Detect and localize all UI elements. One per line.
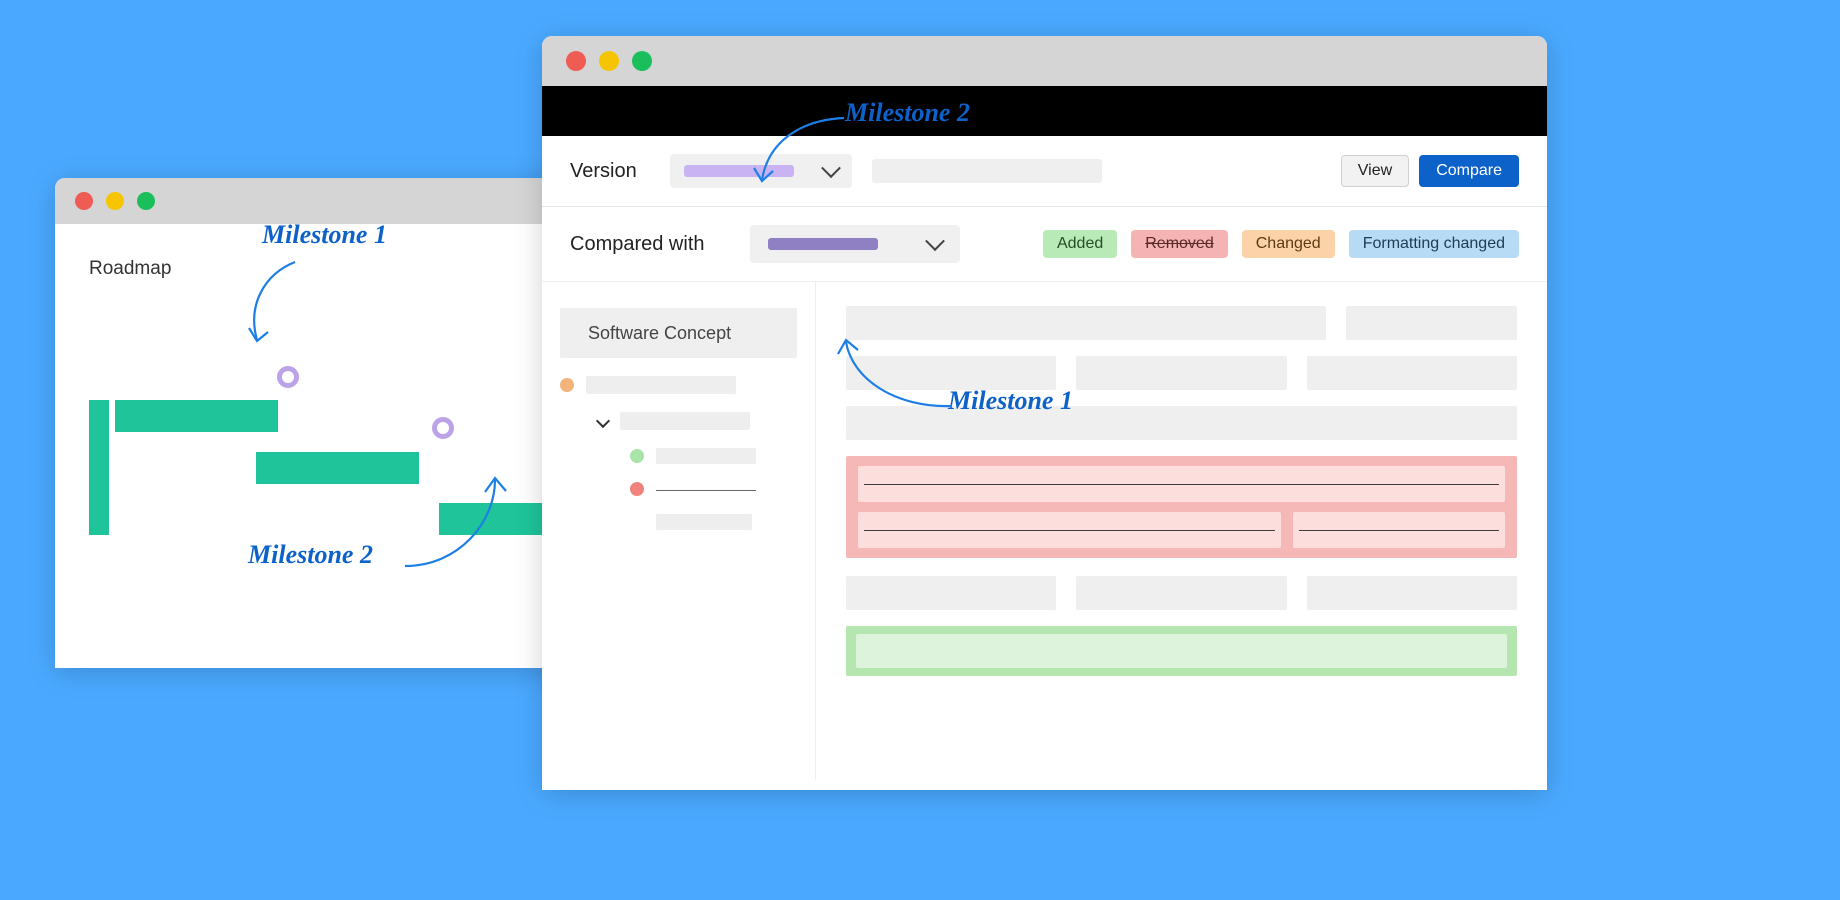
diff-panel: [816, 282, 1547, 780]
sidebar-header[interactable]: Software Concept: [560, 308, 797, 358]
compare-button[interactable]: Compare: [1419, 155, 1519, 187]
tree-item-label-strike: [656, 490, 756, 491]
compare-sidebar: Software Concept: [542, 282, 816, 780]
tree-item-label: [656, 514, 752, 530]
traffic-light-zoom-icon[interactable]: [632, 51, 652, 71]
milestone-marker-1-icon[interactable]: [277, 366, 299, 388]
compare-titlebar: [542, 36, 1547, 86]
legend-added: Added: [1043, 230, 1117, 258]
traffic-light-close-icon[interactable]: [566, 51, 586, 71]
legend-removed: Removed: [1131, 230, 1227, 258]
compare-window: Version View Compare Compared with Added…: [542, 36, 1547, 790]
tree-item-label: [620, 412, 750, 430]
diff-placeholder: [1307, 356, 1517, 390]
diff-placeholder: [846, 576, 1056, 610]
milestone-marker-2-icon[interactable]: [432, 417, 454, 439]
gantt-bar-1[interactable]: [115, 400, 278, 432]
version-row: Version View Compare: [542, 136, 1547, 207]
chevron-down-icon: [596, 414, 610, 428]
diff-added-line: [856, 634, 1507, 668]
diff-placeholder: [846, 406, 1517, 440]
tree-item-label: [656, 448, 756, 464]
compared-with-select[interactable]: [750, 225, 960, 263]
tree-item[interactable]: [560, 376, 797, 394]
traffic-light-zoom-icon[interactable]: [137, 192, 155, 210]
tree-dot-icon: [560, 378, 574, 392]
tree-dot-added-icon: [630, 449, 644, 463]
chevron-down-icon: [821, 158, 841, 178]
tree-item[interactable]: [630, 448, 797, 464]
diff-placeholder: [1346, 306, 1517, 340]
traffic-light-minimize-icon[interactable]: [599, 51, 619, 71]
view-button[interactable]: View: [1341, 155, 1409, 187]
version-meta-placeholder: [872, 159, 1102, 183]
diff-removed-line: [1293, 512, 1505, 548]
legend-formatting-changed: Formatting changed: [1349, 230, 1519, 258]
diff-removed-block: [846, 456, 1517, 558]
version-label: Version: [570, 160, 650, 183]
gantt-track-marker: [89, 400, 109, 535]
tree-item-label: [586, 376, 736, 394]
compared-chip: [768, 238, 878, 250]
diff-placeholder: [846, 306, 1326, 340]
traffic-light-close-icon[interactable]: [75, 192, 93, 210]
diff-placeholder: [1076, 576, 1286, 610]
gantt-bar-2[interactable]: [256, 452, 419, 484]
version-chip: [684, 165, 794, 177]
version-select[interactable]: [670, 154, 852, 188]
chevron-down-icon: [925, 231, 945, 251]
diff-placeholder: [1076, 356, 1286, 390]
compared-with-row: Compared with Added Removed Changed Form…: [542, 207, 1547, 282]
diff-removed-line: [858, 512, 1281, 548]
diff-removed-line: [858, 466, 1505, 502]
compared-with-label: Compared with: [570, 233, 730, 256]
tree-dot-removed-icon: [630, 482, 644, 496]
traffic-light-minimize-icon[interactable]: [106, 192, 124, 210]
legend-changed: Changed: [1242, 230, 1335, 258]
tree-expander[interactable]: [594, 412, 797, 430]
tree-item[interactable]: [630, 482, 797, 496]
annotation-milestone-1: Milestone 1: [262, 220, 387, 250]
diff-placeholder: [1307, 576, 1517, 610]
diff-placeholder: [846, 356, 1056, 390]
app-header-bar: [542, 86, 1547, 136]
diff-added-block: [846, 626, 1517, 676]
tree-item[interactable]: [630, 514, 797, 530]
